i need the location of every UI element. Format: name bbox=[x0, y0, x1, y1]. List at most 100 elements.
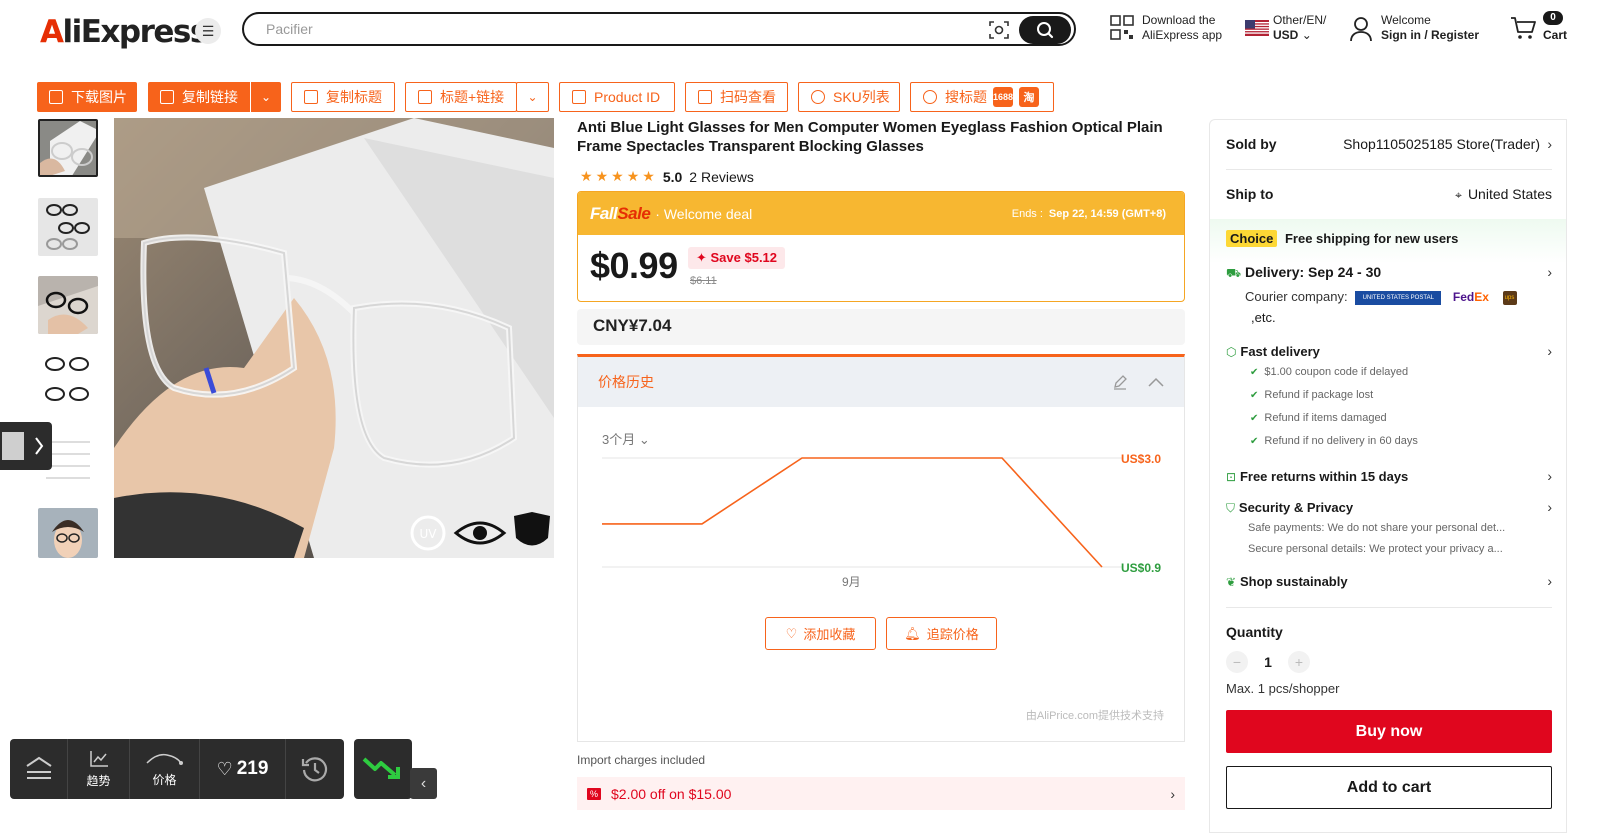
search-bar bbox=[242, 12, 1076, 46]
security-detail: Secure personal details: We protect your… bbox=[1248, 543, 1503, 555]
price-history-title: 价格历史 bbox=[598, 374, 654, 390]
check-icon: ✔ bbox=[1250, 367, 1259, 378]
search-input[interactable] bbox=[266, 20, 966, 38]
reviews-link[interactable]: 2 Reviews bbox=[689, 169, 754, 185]
heart-icon: ♡ bbox=[216, 758, 233, 779]
chevron-left-icon: ‹ bbox=[420, 774, 427, 792]
product-id-button[interactable]: Product ID bbox=[559, 82, 675, 112]
sign-in-link[interactable]: Welcome Sign in / Register bbox=[1381, 13, 1479, 43]
fall-sale-logo: FallSale bbox=[590, 203, 651, 223]
buy-now-button[interactable]: Buy now bbox=[1226, 710, 1552, 753]
copy-link-dropdown[interactable]: ⌄ bbox=[251, 82, 281, 112]
max-note: Max. 1 pcs/shopper bbox=[1226, 681, 1340, 696]
user-icon[interactable] bbox=[1350, 16, 1372, 42]
delivery-row[interactable]: ⛟ Delivery: Sep 24 - 30 › bbox=[1226, 264, 1552, 282]
star-icon: ★ bbox=[611, 168, 624, 184]
ups-logo: ups bbox=[1502, 290, 1517, 305]
free-returns-row[interactable]: ⊡ Free returns within 15 days › bbox=[1226, 468, 1552, 484]
copy-title-button[interactable]: 复制标题 bbox=[291, 82, 395, 112]
download-image-button[interactable]: 下载图片 bbox=[37, 82, 137, 112]
quantity-value[interactable]: 1 bbox=[1248, 654, 1288, 670]
main-product-image[interactable]: UV bbox=[114, 118, 554, 558]
home-button[interactable] bbox=[10, 739, 68, 799]
star-icon: ★ bbox=[595, 168, 609, 184]
image-search-icon[interactable] bbox=[988, 20, 1010, 40]
collapse-toolbar-button[interactable]: ‹ bbox=[410, 768, 437, 799]
aliexpress-logo[interactable]: AliExpress bbox=[40, 14, 208, 50]
coupon-row[interactable]: % $2.00 off on $15.00 › bbox=[577, 777, 1185, 810]
ship-to-row[interactable]: Ship to ⌖ United States bbox=[1226, 186, 1552, 202]
truck-icon: ⛟ bbox=[1226, 266, 1242, 280]
increase-button[interactable]: + bbox=[1288, 651, 1310, 673]
rating-row[interactable]: ★ ★ ★ ★ ★ 5.0 2 Reviews bbox=[580, 168, 754, 185]
shield-check-icon: ⛉ bbox=[1226, 501, 1236, 515]
check-icon: ✔ bbox=[1250, 390, 1259, 401]
tag-1688[interactable]: 1688 bbox=[993, 87, 1013, 107]
courier-etc: ,etc. bbox=[1251, 310, 1276, 325]
original-price: $6.11 bbox=[690, 275, 717, 287]
title-link-button[interactable]: 标题+链接 bbox=[405, 82, 517, 112]
price-drop-widget[interactable] bbox=[354, 739, 412, 799]
deal-box: FallSale · Welcome deal Ends : Sep 22, 1… bbox=[577, 191, 1185, 302]
price-history-header[interactable]: 价格历史 bbox=[578, 357, 1184, 407]
thumbnail-6[interactable] bbox=[38, 508, 98, 558]
price-history-panel: 价格历史 3个月 ⌄ US$3.0 US$0.9 9月 ♡ 添加收藏 🔔︎ 追踪价格… bbox=[577, 354, 1185, 742]
track-price-button[interactable]: 🔔︎ 追踪价格 bbox=[886, 617, 997, 650]
fedex-logo: FedEx bbox=[1452, 290, 1489, 304]
category-menu-icon[interactable]: ☰ bbox=[195, 18, 221, 44]
collapse-icon[interactable] bbox=[1148, 377, 1164, 387]
chevron-right-icon: › bbox=[1547, 499, 1552, 515]
cny-price: CNY¥7.04 bbox=[577, 309, 1185, 345]
thumbnail-4[interactable] bbox=[38, 352, 98, 410]
edit-icon[interactable] bbox=[1112, 374, 1128, 390]
fast-item: ✔ $1.00 coupon code if delayed bbox=[1250, 366, 1409, 378]
add-favorite-button[interactable]: ♡ 添加收藏 bbox=[765, 617, 876, 650]
search-title-button[interactable]: 搜标题 1688 淘 bbox=[910, 82, 1054, 112]
store-link[interactable]: Shop1105025185 Store(Trader) bbox=[1343, 136, 1540, 152]
title-link-dropdown[interactable]: ⌄ bbox=[516, 82, 549, 112]
dollar-icon bbox=[811, 90, 825, 104]
document-icon bbox=[572, 90, 586, 104]
leaf-icon: ❦ bbox=[1226, 575, 1237, 589]
location-pin-icon: ⌖ bbox=[1455, 188, 1462, 202]
search-button[interactable] bbox=[1019, 16, 1071, 44]
add-to-cart-button[interactable]: Add to cart bbox=[1226, 766, 1552, 809]
cart-icon[interactable] bbox=[1510, 16, 1536, 40]
side-preview-toggle[interactable] bbox=[0, 422, 52, 470]
bell-icon: 🔔︎ bbox=[904, 625, 921, 641]
sustainably-row[interactable]: ❦ Shop sustainably › bbox=[1226, 573, 1552, 589]
qr-code-icon[interactable] bbox=[1110, 15, 1134, 41]
favorites-count[interactable]: ♡ 219 bbox=[200, 739, 286, 799]
trend-button[interactable]: 趋势 bbox=[68, 739, 130, 799]
chevron-right-icon: › bbox=[1547, 136, 1552, 152]
history-button[interactable] bbox=[286, 739, 344, 799]
aliprice-credit: 由AliPrice.com提供技术支持 bbox=[1025, 710, 1164, 722]
us-flag-icon bbox=[1245, 20, 1269, 36]
thumbnail-1[interactable] bbox=[38, 119, 98, 177]
fast-delivery-row[interactable]: ⬡ Fast delivery › bbox=[1226, 343, 1552, 359]
heart-icon: ♡ bbox=[785, 625, 798, 641]
quantity-stepper: − 1 + bbox=[1226, 651, 1552, 673]
cart-count-badge: 0 bbox=[1543, 11, 1563, 25]
security-row[interactable]: ⛉ Security & Privacy › bbox=[1226, 499, 1552, 516]
svg-text:UV: UV bbox=[420, 527, 438, 541]
sold-by-row[interactable]: Sold by Shop1105025185 Store(Trader) › bbox=[1226, 136, 1552, 152]
choice-badge: Choice bbox=[1226, 230, 1278, 247]
cart-label[interactable]: Cart bbox=[1543, 28, 1567, 42]
save-badge: ✦ Save $5.12 bbox=[688, 247, 786, 269]
range-selector[interactable]: 3个月 ⌄ bbox=[602, 429, 650, 448]
x-tick-label: 9月 bbox=[842, 575, 861, 588]
rating-value: 5.0 bbox=[662, 168, 683, 185]
copy-link-button[interactable]: 复制链接 bbox=[148, 82, 250, 112]
tag-taobao[interactable]: 淘 bbox=[1019, 87, 1039, 107]
thumbnail-2[interactable] bbox=[38, 198, 98, 256]
thumbnail-3[interactable] bbox=[38, 276, 98, 334]
price-line bbox=[602, 457, 1103, 568]
price-button[interactable]: 价格 bbox=[130, 739, 200, 799]
decrease-button[interactable]: − bbox=[1226, 651, 1248, 673]
language-currency-selector[interactable]: Other/EN/ USD ⌄ bbox=[1273, 13, 1326, 43]
scan-view-button[interactable]: 扫码查看 bbox=[685, 82, 788, 112]
download-app-link[interactable]: Download the AliExpress app bbox=[1142, 13, 1222, 43]
copy-icon bbox=[304, 90, 318, 104]
sku-list-button[interactable]: SKU列表 bbox=[798, 82, 900, 112]
